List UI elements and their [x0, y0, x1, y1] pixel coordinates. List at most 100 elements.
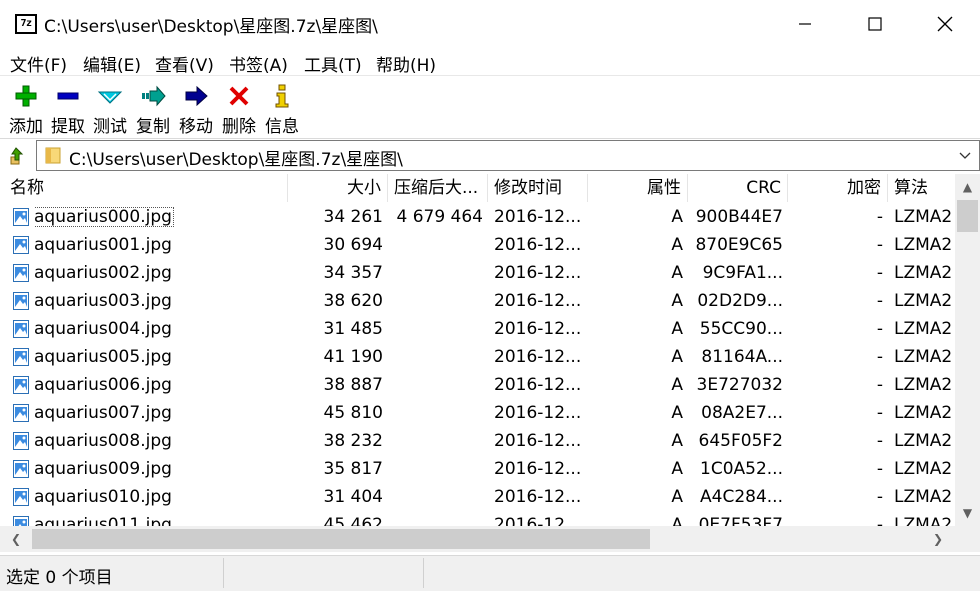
table-row[interactable]: aquarius005.jpg 41 190 2016-12... A 81164A..… — [0, 343, 955, 371]
file-size: 41 190 — [323, 347, 383, 367]
file-method: LZMA2 — [894, 487, 953, 507]
file-name: aquarius004.jpg — [34, 315, 284, 343]
table-row[interactable]: aquarius008.jpg 38 232 2016-12... A 645F05F2… — [0, 427, 955, 455]
scroll-down-button[interactable]: ▼ — [955, 502, 980, 524]
table-row[interactable]: aquarius000.jpg 34 261 4 679 464 2016-12...… — [0, 203, 955, 231]
file-name: aquarius008.jpg — [34, 427, 284, 455]
table-row[interactable]: aquarius007.jpg 45 810 2016-12... A 08A2E7..… — [0, 399, 955, 427]
file-method: LZMA2 — [894, 347, 953, 367]
table-row[interactable]: aquarius009.jpg 35 817 2016-12... A 1C0A52..… — [0, 455, 955, 483]
menu-help[interactable]: 帮助(H) — [376, 51, 436, 76]
up-folder-button[interactable] — [6, 145, 28, 167]
menu-view[interactable]: 查看(V) — [155, 51, 214, 76]
table-row[interactable]: aquarius006.jpg 38 887 2016-12... A 3E727032… — [0, 371, 955, 399]
file-packed-size — [388, 483, 483, 511]
file-method: LZMA2 — [894, 291, 953, 311]
close-button[interactable] — [910, 0, 980, 48]
delete-label: 删除 — [222, 117, 256, 137]
table-row[interactable]: aquarius011.jpg 45 462 2016-12... A 0E7F53F7… — [0, 511, 955, 527]
menu-bookmarks[interactable]: 书签(A) — [229, 51, 288, 76]
copy-label: 复制 — [136, 117, 170, 137]
file-attributes: A — [671, 291, 683, 311]
chevron-down-icon[interactable] — [957, 147, 973, 163]
file-encrypted: - — [876, 207, 883, 227]
table-row[interactable]: aquarius002.jpg 34 357 2016-12... A 9C9FA1..… — [0, 259, 955, 287]
image-file-icon — [13, 432, 29, 450]
file-modified: 2016-12... — [494, 375, 582, 395]
test-button[interactable]: 测试 — [90, 81, 130, 137]
file-size: 30 694 — [323, 235, 383, 255]
file-method: LZMA2 — [894, 207, 953, 227]
file-modified: 2016-12... — [494, 431, 582, 451]
file-method: LZMA2 — [894, 431, 953, 451]
file-name-text: aquarius006.jpg — [34, 375, 172, 395]
add-button[interactable]: 添加 — [6, 81, 46, 137]
file-method: LZMA2 — [894, 319, 953, 339]
table-row[interactable]: aquarius010.jpg 31 404 2016-12... A A4C284..… — [0, 483, 955, 511]
vertical-scroll-thumb[interactable] — [957, 200, 978, 232]
col-method[interactable]: 算法 — [888, 174, 955, 202]
col-name[interactable]: 名称 — [0, 174, 288, 202]
horizontal-scroll-thumb[interactable] — [32, 529, 650, 549]
extract-button[interactable]: 提取 — [48, 81, 88, 137]
col-modified[interactable]: 修改时间 — [488, 174, 588, 202]
scroll-corner — [955, 526, 980, 552]
horizontal-scrollbar[interactable]: ❮ ❯ — [0, 526, 955, 552]
scroll-right-button[interactable]: ❯ — [926, 526, 950, 552]
delete-x-icon — [229, 86, 249, 106]
address-field[interactable]: C:\Users\user\Desktop\星座图.7z\星座图\ — [36, 140, 980, 171]
image-file-icon — [13, 292, 29, 310]
file-encrypted: - — [876, 375, 883, 395]
vertical-scrollbar[interactable]: ▲ ▼ — [955, 174, 980, 526]
scroll-up-button[interactable]: ▲ — [955, 176, 980, 198]
file-packed-size — [388, 511, 483, 527]
minimize-button[interactable] — [770, 0, 840, 48]
file-attributes: A — [671, 431, 683, 451]
file-modified: 2016-12... — [494, 487, 582, 507]
file-encrypted: - — [876, 515, 883, 527]
window-title: C:\Users\user\Desktop\星座图.7z\星座图\ — [44, 17, 378, 37]
info-label: 信息 — [265, 117, 299, 137]
file-method: LZMA2 — [894, 515, 953, 527]
scroll-left-button[interactable]: ❮ — [4, 526, 28, 552]
col-attributes[interactable]: 属性 — [588, 174, 688, 202]
plus-icon — [15, 85, 37, 107]
file-size: 31 485 — [323, 319, 383, 339]
menu-file[interactable]: 文件(F) — [10, 51, 67, 76]
file-attributes: A — [671, 347, 683, 367]
col-crc[interactable]: CRC — [688, 174, 788, 202]
maximize-button[interactable] — [840, 0, 910, 48]
table-row[interactable]: aquarius004.jpg 31 485 2016-12... A 55CC90..… — [0, 315, 955, 343]
col-size[interactable]: 大小 — [288, 174, 388, 202]
file-packed-size — [388, 399, 483, 427]
menu-edit[interactable]: 编辑(E) — [83, 51, 141, 76]
file-modified: 2016-12... — [494, 403, 582, 423]
file-crc: 9C9FA1... — [702, 263, 783, 283]
menu-tools[interactable]: 工具(T) — [304, 51, 362, 76]
file-crc: 645F05F2 — [698, 431, 783, 451]
move-arrow-icon — [185, 85, 208, 107]
file-modified: 2016-12... — [494, 235, 582, 255]
status-divider — [223, 558, 224, 588]
file-crc: 870E9C65 — [695, 235, 783, 255]
col-packed[interactable]: 压缩后大... — [388, 174, 488, 202]
move-button[interactable]: 移动 — [176, 81, 216, 137]
file-name-text: aquarius003.jpg — [34, 291, 172, 311]
copy-button[interactable]: 复制 — [133, 81, 173, 137]
info-button[interactable]: 信息 — [262, 81, 302, 137]
file-encrypted: - — [876, 487, 883, 507]
file-size: 38 620 — [323, 291, 383, 311]
maximize-icon — [868, 17, 882, 31]
delete-button[interactable]: 删除 — [219, 81, 259, 137]
table-row[interactable]: aquarius001.jpg 30 694 2016-12... A 870E9C65… — [0, 231, 955, 259]
file-encrypted: - — [876, 347, 883, 367]
file-name-text: aquarius010.jpg — [34, 487, 172, 507]
file-crc: 55CC90... — [699, 319, 783, 339]
column-header: 名称 大小 压缩后大... 修改时间 属性 CRC 加密 算法 — [0, 174, 955, 202]
file-size: 45 462 — [323, 515, 383, 527]
col-encrypted[interactable]: 加密 — [788, 174, 888, 202]
table-row[interactable]: aquarius003.jpg 38 620 2016-12... A 02D2D9..… — [0, 287, 955, 315]
file-modified: 2016-12... — [494, 459, 582, 479]
status-bar: 选定 0 个项目 — [0, 555, 980, 591]
file-crc: 900B44E7 — [695, 207, 783, 227]
